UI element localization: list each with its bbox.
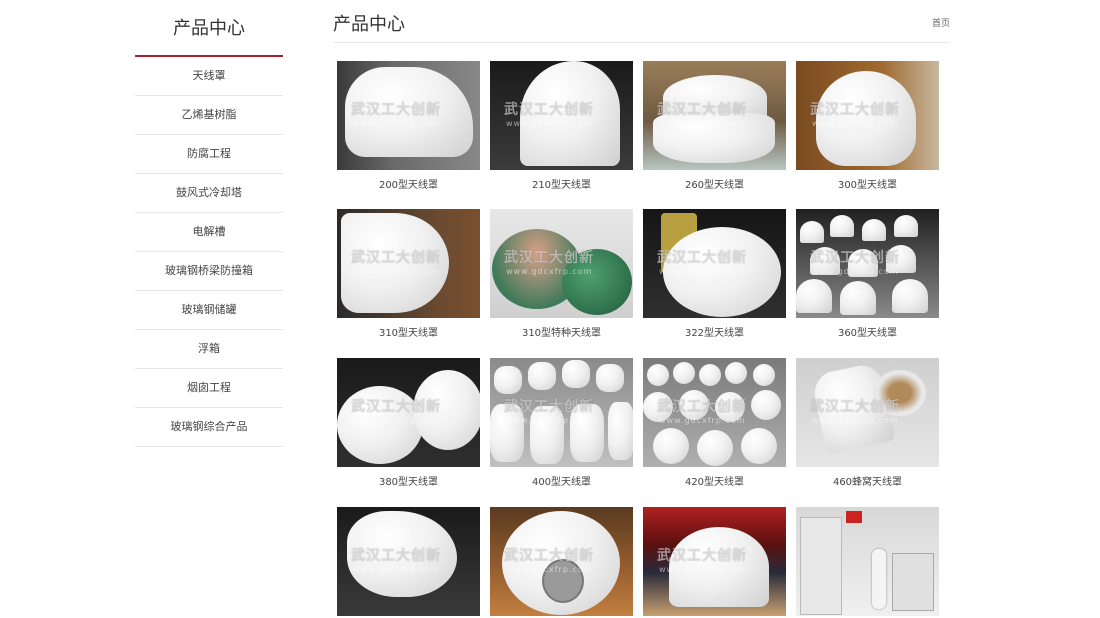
product-caption[interactable]: 420型天线罩: [643, 473, 786, 488]
sidebar-item-storage-tank[interactable]: 玻璃钢储罐: [135, 291, 283, 330]
product-caption[interactable]: 200型天线罩: [337, 176, 480, 191]
product-caption[interactable]: 360型天线罩: [796, 324, 939, 339]
sidebar-item-bridge-box[interactable]: 玻璃钢桥梁防撞箱: [135, 252, 283, 291]
product-caption[interactable]: 460蜂窝天线罩: [796, 473, 939, 488]
radome-photo-icon[interactable]: 武汉工大创新 www.gdcxfrp.com: [490, 61, 633, 170]
product-card[interactable]: 武汉工大创新 www.gdcxfrp.com: [337, 507, 480, 616]
sidebar-menu: 天线罩 乙烯基树脂 防腐工程 鼓风式冷却塔 电解槽 玻璃钢桥梁防撞箱 玻璃钢储罐…: [135, 57, 283, 447]
product-card[interactable]: 武汉工大创新 www.gdcxfrp.com 360型天线罩: [796, 209, 939, 339]
breadcrumb-home-link[interactable]: 首页: [932, 16, 950, 29]
product-card[interactable]: 武汉工大创新 www.gdcxfrp.com 322型天线罩: [643, 209, 786, 339]
radome-photo-icon[interactable]: 武汉工大创新 www.gdcxfrp.com: [490, 507, 633, 616]
product-caption[interactable]: 260型天线罩: [643, 176, 786, 191]
radome-photo-icon[interactable]: 武汉工大创新 www.gdcxfrp.com: [337, 358, 480, 467]
main-content: 产品中心 首页 武汉工大创新 www.gdcxfrp.com 200型天线罩 武…: [333, 0, 950, 616]
radome-photo-icon[interactable]: 武汉工大创新 www.gdcxfrp.com: [337, 209, 480, 318]
radome-photo-icon[interactable]: 武汉工大创新 www.gdcxfrp.com: [643, 209, 786, 318]
product-card[interactable]: 武汉工大创新 www.gdcxfrp.com 460蜂窝天线罩: [796, 358, 939, 488]
sidebar-item-radome[interactable]: 天线罩: [135, 57, 283, 96]
sidebar-item-electrolyzer[interactable]: 电解槽: [135, 213, 283, 252]
product-card[interactable]: 武汉工大创新 www.gdcxfrp.com 300型天线罩: [796, 61, 939, 191]
radome-photo-icon[interactable]: 武汉工大创新 www.gdcxfrp.com: [643, 61, 786, 170]
sidebar: 产品中心 天线罩 乙烯基树脂 防腐工程 鼓风式冷却塔 电解槽 玻璃钢桥梁防撞箱 …: [135, 0, 283, 447]
radome-photo-icon[interactable]: 武汉工大创新 www.gdcxfrp.com: [490, 209, 633, 318]
radome-photo-icon[interactable]: 武汉工大创新 www.gdcxfrp.com: [490, 358, 633, 467]
product-card[interactable]: 武汉工大创新 www.gdcxfrp.com: [643, 507, 786, 616]
radome-photo-icon[interactable]: 武汉工大创新 www.gdcxfrp.com: [337, 507, 480, 616]
radome-photo-icon[interactable]: 武汉工大创新 www.gdcxfrp.com: [796, 61, 939, 170]
radome-photo-icon[interactable]: 武汉工大创新 www.gdcxfrp.com: [796, 358, 939, 467]
radome-photo-icon[interactable]: 武汉工大创新 www.gdcxfrp.com: [643, 507, 786, 616]
product-caption[interactable]: 310型特种天线罩: [490, 324, 633, 339]
product-card[interactable]: 武汉工大创新 www.gdcxfrp.com: [490, 507, 633, 616]
sidebar-item-chimney[interactable]: 烟囱工程: [135, 369, 283, 408]
sidebar-item-vinyl-resin[interactable]: 乙烯基树脂: [135, 96, 283, 135]
page-title: 产品中心: [333, 14, 405, 35]
product-caption[interactable]: 300型天线罩: [796, 176, 939, 191]
product-card[interactable]: 武汉工大创新 www.gdcxfrp.com 420型天线罩: [643, 358, 786, 488]
product-caption[interactable]: 210型天线罩: [490, 176, 633, 191]
product-card[interactable]: 武汉工大创新 www.gdcxfrp.com 260型天线罩: [643, 61, 786, 191]
radome-photo-icon[interactable]: 武汉工大创新 www.gdcxfrp.com: [337, 61, 480, 170]
sidebar-item-cooling-tower[interactable]: 鼓风式冷却塔: [135, 174, 283, 213]
product-caption[interactable]: 322型天线罩: [643, 324, 786, 339]
sidebar-item-anticorrosion[interactable]: 防腐工程: [135, 135, 283, 174]
product-caption[interactable]: 380型天线罩: [337, 473, 480, 488]
main-header: 产品中心 首页: [333, 0, 950, 43]
product-card[interactable]: 武汉工大创新 www.gdcxfrp.com 310型特种天线罩: [490, 209, 633, 339]
product-card[interactable]: 武汉工大创新 www.gdcxfrp.com 210型天线罩: [490, 61, 633, 191]
radome-photo-icon[interactable]: [796, 507, 939, 616]
product-card[interactable]: [796, 507, 939, 616]
sidebar-item-pontoon[interactable]: 浮箱: [135, 330, 283, 369]
product-caption[interactable]: 400型天线罩: [490, 473, 633, 488]
product-caption[interactable]: 310型天线罩: [337, 324, 480, 339]
product-card[interactable]: 武汉工大创新 www.gdcxfrp.com 310型天线罩: [337, 209, 480, 339]
product-card[interactable]: 武汉工大创新 www.gdcxfrp.com 200型天线罩: [337, 61, 480, 191]
radome-photo-icon[interactable]: 武汉工大创新 www.gdcxfrp.com: [643, 358, 786, 467]
product-card[interactable]: 武汉工大创新 www.gdcxfrp.com 380型天线罩: [337, 358, 480, 488]
product-card[interactable]: 武汉工大创新 www.gdcxfrp.com 400型天线罩: [490, 358, 633, 488]
sidebar-title: 产品中心: [135, 0, 283, 57]
sidebar-item-frp-products[interactable]: 玻璃钢综合产品: [135, 408, 283, 447]
radome-photo-icon[interactable]: 武汉工大创新 www.gdcxfrp.com: [796, 209, 939, 318]
